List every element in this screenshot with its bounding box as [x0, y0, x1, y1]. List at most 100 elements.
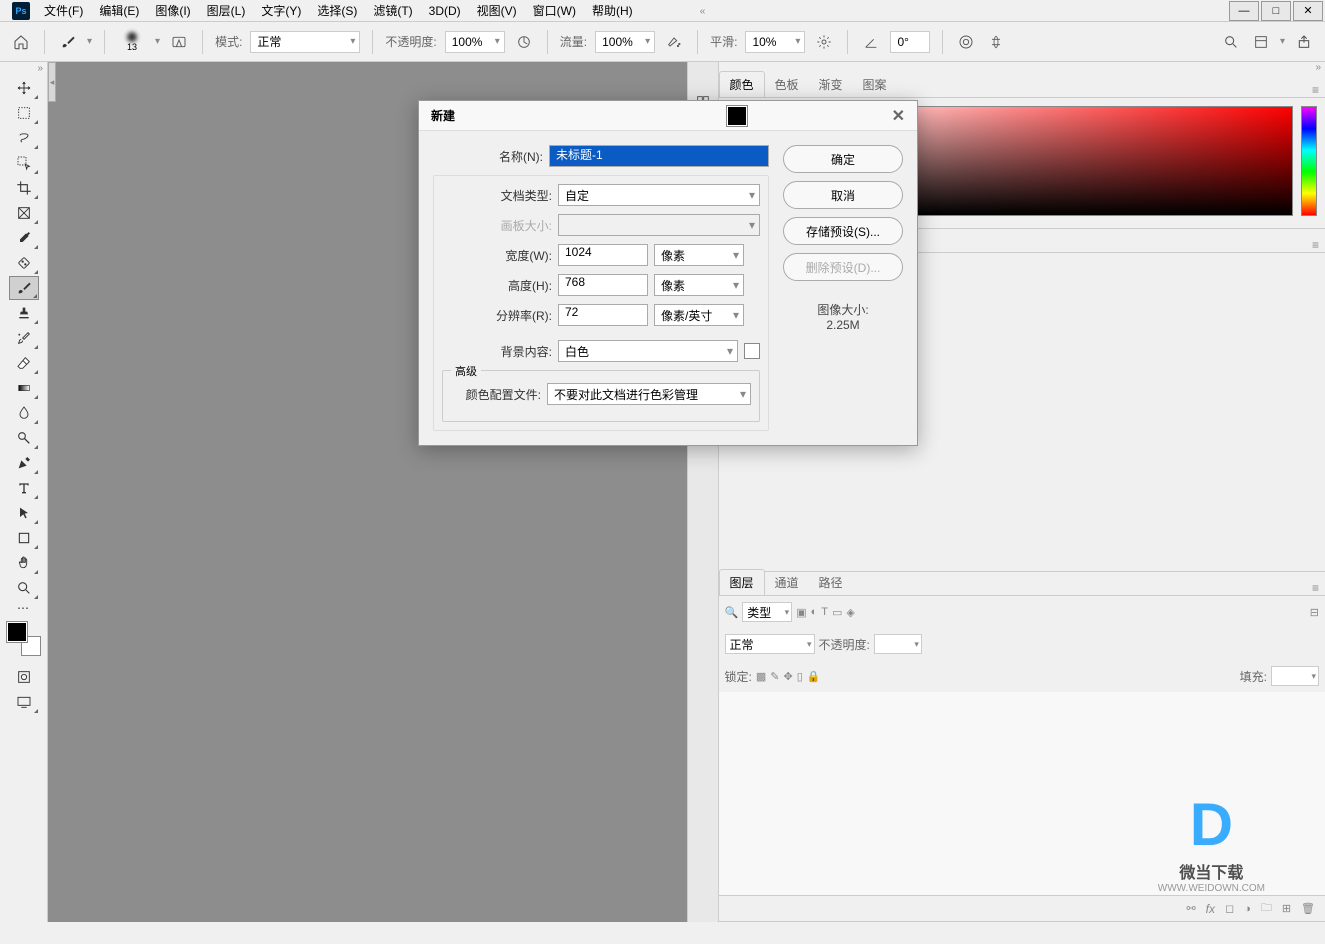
lasso-tool[interactable] [9, 126, 39, 150]
menu-filter[interactable]: 滤镜(T) [365, 2, 420, 19]
brush-preview[interactable]: 13 [117, 27, 147, 57]
gradient-tool[interactable] [9, 376, 39, 400]
search-icon[interactable] [1220, 31, 1242, 53]
shape-tool[interactable] [9, 526, 39, 550]
menu-edit[interactable]: 编辑(E) [91, 2, 147, 19]
layer-mask-icon[interactable]: ◻ [1225, 902, 1234, 915]
angle-input[interactable]: 0° [890, 31, 930, 53]
resolution-unit-select[interactable]: 像素/英寸 [654, 304, 744, 326]
opacity-select[interactable]: 100% [445, 31, 505, 53]
close-button[interactable]: ✕ [1293, 1, 1323, 21]
width-unit-select[interactable]: 像素 [654, 244, 744, 266]
screen-mode-icon[interactable] [9, 690, 39, 714]
workspace-icon[interactable] [1250, 31, 1272, 53]
menu-layer[interactable]: 图层(L) [199, 2, 254, 19]
share-icon[interactable] [1293, 31, 1315, 53]
menu-window[interactable]: 窗口(W) [525, 2, 584, 19]
adjustment-layer-icon[interactable]: ◑ [1244, 903, 1251, 915]
home-icon[interactable] [10, 31, 32, 53]
dialog-close-icon[interactable]: ✕ [892, 106, 905, 126]
filter-search-icon[interactable]: 🔍 [725, 606, 739, 619]
lock-all-icon[interactable]: 🔒 [807, 670, 821, 683]
filter-toggle-icon[interactable]: ⊟ [1310, 606, 1319, 619]
tab-layers[interactable]: 图层 [719, 569, 765, 595]
fill-select[interactable] [1271, 666, 1319, 686]
filter-shape-icon[interactable]: ▭ [832, 606, 842, 619]
background-color-swatch[interactable] [744, 343, 760, 359]
quick-select-tool[interactable] [9, 151, 39, 175]
filter-type-select[interactable]: 类型 [742, 602, 792, 622]
tab-swatches[interactable]: 色板 [765, 72, 809, 97]
history-brush-tool[interactable] [9, 326, 39, 350]
quick-mask-icon[interactable] [9, 665, 39, 689]
pressure-size-icon[interactable] [955, 31, 977, 53]
maximize-button[interactable]: □ [1261, 1, 1291, 21]
type-tool[interactable] [9, 476, 39, 500]
minimize-button[interactable]: — [1229, 1, 1259, 21]
height-unit-select[interactable]: 像素 [654, 274, 744, 296]
lock-artboard-icon[interactable]: ▯ [797, 670, 803, 683]
panel-menu-icon[interactable]: ≡ [1306, 83, 1325, 97]
eraser-tool[interactable] [9, 351, 39, 375]
menu-image[interactable]: 图像(I) [147, 2, 198, 19]
path-select-tool[interactable] [9, 501, 39, 525]
opacity-pressure-icon[interactable] [513, 31, 535, 53]
edit-toolbar-icon[interactable]: ⋯ [9, 601, 39, 615]
tab-patterns[interactable]: 图案 [853, 72, 897, 97]
hue-slider[interactable] [1301, 106, 1317, 216]
tab-paths[interactable]: 路径 [809, 570, 853, 595]
marquee-tool[interactable] [9, 101, 39, 125]
lock-brush-icon[interactable]: ✎ [770, 670, 779, 683]
hand-tool[interactable] [9, 551, 39, 575]
panel-fg-color[interactable] [727, 106, 747, 126]
delete-layer-icon[interactable]: 🗑 [1301, 902, 1315, 915]
link-layers-icon[interactable]: ⚯ [1186, 902, 1195, 915]
mode-select[interactable]: 正常 [250, 31, 360, 53]
stamp-tool[interactable] [9, 301, 39, 325]
blur-tool[interactable] [9, 401, 39, 425]
menu-3d[interactable]: 3D(D) [421, 4, 469, 18]
ok-button[interactable]: 确定 [783, 145, 903, 173]
height-input[interactable]: 768 [558, 274, 648, 296]
brush-settings-icon[interactable] [168, 31, 190, 53]
lock-pixels-icon[interactable]: ▩ [756, 670, 766, 683]
filter-image-icon[interactable]: ▣ [796, 606, 806, 619]
name-input[interactable]: 未标题-1 [549, 145, 769, 167]
menu-select[interactable]: 选择(S) [309, 2, 365, 19]
panel-menu-icon[interactable]: ≡ [1306, 238, 1325, 252]
tab-color[interactable]: 颜色 [719, 71, 765, 97]
tab-channels[interactable]: 通道 [765, 570, 809, 595]
save-preset-button[interactable]: 存储预设(S)... [783, 217, 903, 245]
cancel-button[interactable]: 取消 [783, 181, 903, 209]
healing-tool[interactable] [9, 251, 39, 275]
left-dock-toggle[interactable]: ◂ [48, 62, 56, 102]
background-select[interactable]: 白色 [558, 340, 738, 362]
menu-help[interactable]: 帮助(H) [584, 2, 641, 19]
menu-type[interactable]: 文字(Y) [253, 2, 309, 19]
flow-select[interactable]: 100% [595, 31, 655, 53]
group-icon[interactable]: 🗀 [1261, 899, 1272, 918]
color-profile-select[interactable]: 不要对此文档进行色彩管理 [547, 383, 751, 405]
filter-type-icon[interactable]: T [821, 606, 828, 618]
new-layer-icon[interactable]: ⊞ [1282, 902, 1291, 915]
crop-tool[interactable] [9, 176, 39, 200]
menu-view[interactable]: 视图(V) [469, 2, 525, 19]
move-tool[interactable] [9, 76, 39, 100]
blend-mode-select[interactable]: 正常 [725, 634, 815, 654]
dodge-tool[interactable] [9, 426, 39, 450]
panel-menu-icon[interactable]: ≡ [1306, 581, 1325, 595]
eyedropper-tool[interactable] [9, 226, 39, 250]
smooth-settings-icon[interactable] [813, 31, 835, 53]
foreground-color[interactable] [7, 622, 27, 642]
resolution-input[interactable]: 72 [558, 304, 648, 326]
brush-tool-icon[interactable] [57, 31, 79, 53]
doctype-select[interactable]: 自定 [558, 184, 760, 206]
airbrush-icon[interactable] [663, 31, 685, 53]
brush-tool[interactable] [9, 276, 39, 300]
menu-file[interactable]: 文件(F) [36, 2, 91, 19]
layer-opacity-select[interactable] [874, 634, 922, 654]
lock-position-icon[interactable]: ✥ [783, 670, 792, 683]
frame-tool[interactable] [9, 201, 39, 225]
toolbar-collapse-icon[interactable]: » [0, 62, 47, 74]
symmetry-icon[interactable] [985, 31, 1007, 53]
